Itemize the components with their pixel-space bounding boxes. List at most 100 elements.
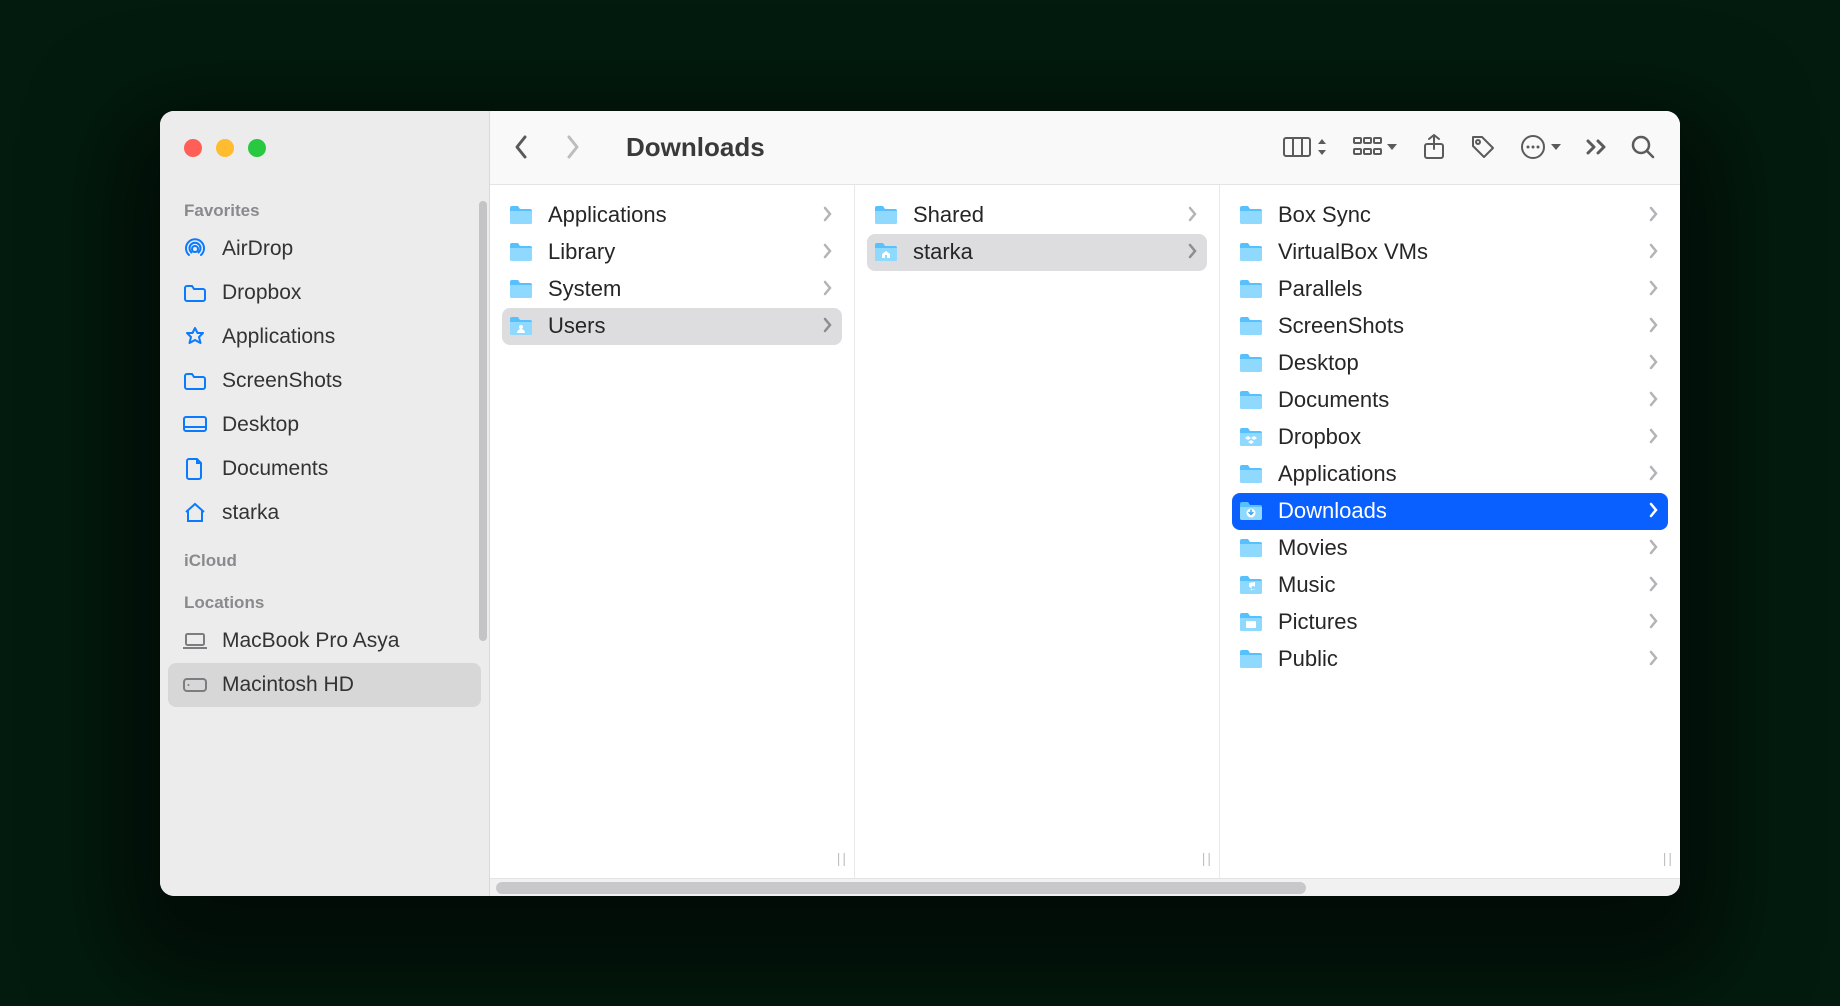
folder-icon (1238, 241, 1264, 263)
chevron-right-icon (1649, 350, 1658, 376)
folder-row[interactable]: Library (502, 234, 842, 271)
folder-label: System (548, 276, 621, 302)
sidebar-locations: Locations MacBook Pro Asya Macintosh HD (160, 581, 489, 711)
document-icon (182, 456, 208, 482)
fullscreen-window-button[interactable] (248, 139, 266, 157)
sidebar-label: AirDrop (222, 237, 293, 261)
column-view: Applications Library System Users (490, 185, 1680, 896)
chevron-right-icon (1649, 202, 1658, 228)
minimize-window-button[interactable] (216, 139, 234, 157)
folder-label: Pictures (1278, 609, 1357, 635)
folder-music-icon (1238, 574, 1264, 596)
folder-dropbox-icon (1238, 426, 1264, 448)
folder-icon (508, 278, 534, 300)
overflow-button[interactable] (1586, 139, 1606, 155)
folder-icon (508, 204, 534, 226)
folder-label: Applications (548, 202, 667, 228)
chevron-right-icon (1649, 424, 1658, 450)
airdrop-icon (182, 236, 208, 262)
back-button[interactable] (506, 132, 536, 162)
column-resize-handle[interactable]: || (837, 850, 848, 866)
group-button[interactable] (1352, 136, 1398, 158)
view-mode-button[interactable] (1282, 135, 1328, 159)
sidebar-item-macbook[interactable]: MacBook Pro Asya (168, 619, 481, 663)
column-resize-handle[interactable]: || (1663, 850, 1674, 866)
folder-row-downloads[interactable]: Downloads (1232, 493, 1668, 530)
folder-label: Desktop (1278, 350, 1359, 376)
chevron-right-icon (823, 276, 832, 302)
sidebar-item-documents[interactable]: Documents (168, 447, 481, 491)
sidebar-item-home[interactable]: starka (168, 491, 481, 535)
folder-icon (1238, 463, 1264, 485)
sidebar-icloud: iCloud (160, 539, 489, 581)
chevron-right-icon (1649, 609, 1658, 635)
sidebar-item-screenshots[interactable]: ScreenShots (168, 359, 481, 403)
sidebar-item-applications[interactable]: Applications (168, 315, 481, 359)
folder-row-users[interactable]: Users (502, 308, 842, 345)
folder-label: Music (1278, 572, 1335, 598)
folder-row[interactable]: Desktop (1232, 345, 1668, 382)
folder-label: Box Sync (1278, 202, 1371, 228)
column-2[interactable]: Shared starka || (855, 185, 1220, 896)
column-1[interactable]: Applications Library System Users (490, 185, 855, 896)
folder-row[interactable]: Pictures (1232, 604, 1668, 641)
folder-label: Applications (1278, 461, 1397, 487)
folder-downloads-icon (1238, 500, 1264, 522)
sidebar-label: Documents (222, 457, 328, 481)
sidebar-favorites: Favorites AirDrop Dropbox Applications (160, 189, 489, 539)
folder-row[interactable]: Movies (1232, 530, 1668, 567)
folder-row-starka[interactable]: starka (867, 234, 1207, 271)
forward-button[interactable] (558, 132, 588, 162)
sidebar-label: Applications (222, 325, 335, 349)
chevron-right-icon (1188, 202, 1197, 228)
folder-row[interactable]: Shared (867, 197, 1207, 234)
folder-row[interactable]: Music (1232, 567, 1668, 604)
share-button[interactable] (1422, 133, 1446, 161)
folder-row[interactable]: Applications (502, 197, 842, 234)
folder-label: Shared (913, 202, 984, 228)
close-window-button[interactable] (184, 139, 202, 157)
folder-row[interactable]: Public (1232, 641, 1668, 678)
folder-row[interactable]: VirtualBox VMs (1232, 234, 1668, 271)
search-button[interactable] (1630, 134, 1656, 160)
folder-icon (1238, 204, 1264, 226)
folder-row[interactable]: ScreenShots (1232, 308, 1668, 345)
folder-icon (508, 241, 534, 263)
folder-row[interactable]: Documents (1232, 382, 1668, 419)
column-resize-handle[interactable]: || (1202, 850, 1213, 866)
folder-row[interactable]: Parallels (1232, 271, 1668, 308)
horizontal-scrollbar[interactable] (490, 878, 1680, 896)
more-actions-button[interactable] (1520, 134, 1562, 160)
sidebar-item-macintosh-hd[interactable]: Macintosh HD (168, 663, 481, 707)
window-controls (160, 139, 489, 157)
chevron-right-icon (1649, 498, 1658, 524)
sidebar-item-desktop[interactable]: Desktop (168, 403, 481, 447)
sidebar-label: ScreenShots (222, 369, 342, 393)
horizontal-scrollbar-thumb[interactable] (496, 882, 1306, 894)
folder-icon (1238, 648, 1264, 670)
column-3[interactable]: Box Sync VirtualBox VMs Parallels Screen… (1220, 185, 1680, 896)
applications-icon (182, 324, 208, 350)
chevron-right-icon (1649, 276, 1658, 302)
folder-row[interactable]: Box Sync (1232, 197, 1668, 234)
chevron-right-icon (1649, 461, 1658, 487)
sidebar-heading-locations: Locations (168, 581, 481, 619)
chevron-right-icon (1649, 572, 1658, 598)
chevron-right-icon (1649, 535, 1658, 561)
folder-row[interactable]: System (502, 271, 842, 308)
sidebar-item-dropbox[interactable]: Dropbox (168, 271, 481, 315)
folder-label: Downloads (1278, 498, 1387, 524)
sidebar-scrollbar[interactable] (479, 201, 487, 641)
folder-row[interactable]: Dropbox (1232, 419, 1668, 456)
folder-label: VirtualBox VMs (1278, 239, 1428, 265)
folder-row[interactable]: Applications (1232, 456, 1668, 493)
folder-label: ScreenShots (1278, 313, 1404, 339)
folder-label: Users (548, 313, 605, 339)
folder-label: Parallels (1278, 276, 1362, 302)
sidebar-item-airdrop[interactable]: AirDrop (168, 227, 481, 271)
folder-icon (1238, 389, 1264, 411)
sidebar-heading-icloud: iCloud (168, 539, 481, 577)
folder-icon (1238, 315, 1264, 337)
folder-icon (873, 204, 899, 226)
tags-button[interactable] (1470, 134, 1496, 160)
